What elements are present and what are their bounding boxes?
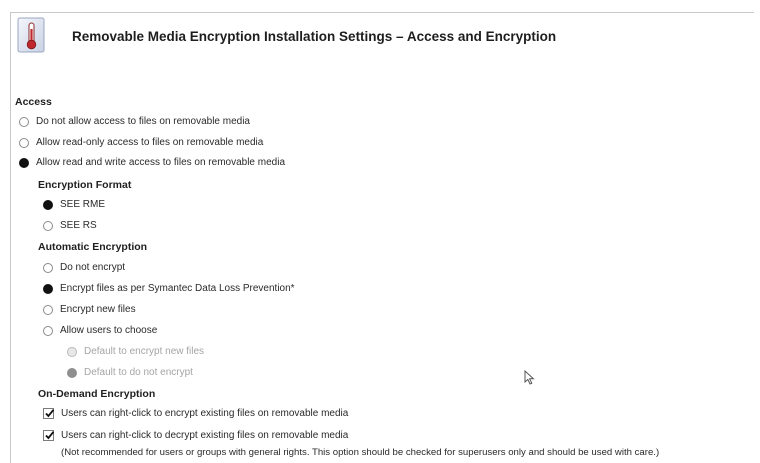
radio-button-selected[interactable]	[19, 157, 29, 168]
option-label: SEE RS	[60, 220, 97, 231]
mouse-cursor-icon	[524, 370, 535, 385]
checkbox-checked[interactable]	[43, 408, 55, 419]
radio-button-disabled	[67, 346, 77, 357]
option-label: Default to do not encrypt	[84, 367, 193, 378]
radio-button[interactable]	[19, 116, 29, 127]
on-demand-option-decrypt[interactable]: Users can right-click to decrypt existin…	[43, 430, 348, 441]
option-label: Users can right-click to encrypt existin…	[61, 408, 349, 419]
access-option-no-access[interactable]: Do not allow access to files on removabl…	[19, 116, 250, 127]
option-label: Encrypt new files	[60, 304, 136, 315]
on-demand-option-encrypt[interactable]: Users can right-click to encrypt existin…	[43, 408, 348, 419]
access-section-title: Access	[15, 96, 52, 108]
option-label: Allow read and write access to files on …	[36, 157, 286, 168]
format-option-see-rs[interactable]: SEE RS	[43, 220, 97, 231]
sub-option-default-do-not-encrypt: Default to do not encrypt	[67, 367, 193, 378]
page-title: Removable Media Encryption Installation …	[72, 28, 557, 44]
radio-button-selected[interactable]	[43, 283, 53, 294]
encryption-format-title: Encryption Format	[38, 179, 132, 191]
checkmark-icon	[45, 431, 55, 440]
option-label: Do not encrypt	[60, 262, 126, 273]
auto-option-encrypt-new[interactable]: Encrypt new files	[43, 304, 136, 315]
sub-option-default-encrypt-new: Default to encrypt new files	[67, 346, 204, 357]
radio-button-selected[interactable]	[43, 199, 53, 210]
option-label: Do not allow access to files on removabl…	[36, 116, 250, 127]
access-option-read-only[interactable]: Allow read-only access to files on remov…	[19, 137, 263, 148]
automatic-encryption-title: Automatic Encryption	[38, 241, 148, 253]
radio-button[interactable]	[43, 262, 53, 273]
checkbox-checked[interactable]	[43, 430, 55, 441]
auto-option-dlp[interactable]: Encrypt files as per Symantec Data Loss …	[43, 283, 295, 294]
radio-button[interactable]	[43, 304, 53, 315]
auto-option-allow-choose[interactable]: Allow users to choose	[43, 325, 157, 336]
radio-button[interactable]	[43, 220, 53, 231]
auto-option-do-not-encrypt[interactable]: Do not encrypt	[43, 262, 125, 273]
option-label: Default to encrypt new files	[84, 346, 205, 357]
option-label: SEE RME	[60, 199, 106, 210]
radio-button-disabled-selected	[67, 367, 77, 378]
thermometer-settings-icon	[17, 17, 45, 53]
option-label: Encrypt files as per Symantec Data Loss …	[60, 283, 295, 294]
on-demand-encryption-title: On-Demand Encryption	[38, 388, 156, 400]
on-demand-warning-note: (Not recommended for users or groups wit…	[61, 447, 660, 458]
page-header: Removable Media Encryption Installation …	[14, 16, 556, 56]
option-label: Users can right-click to decrypt existin…	[61, 430, 349, 441]
checkmark-icon	[45, 409, 55, 418]
radio-button[interactable]	[43, 325, 53, 336]
format-option-see-rme[interactable]: SEE RME	[43, 199, 105, 210]
radio-button[interactable]	[19, 137, 29, 148]
option-label: Allow users to choose	[60, 325, 158, 336]
access-option-read-write[interactable]: Allow read and write access to files on …	[19, 157, 285, 168]
option-label: Allow read-only access to files on remov…	[36, 137, 264, 148]
